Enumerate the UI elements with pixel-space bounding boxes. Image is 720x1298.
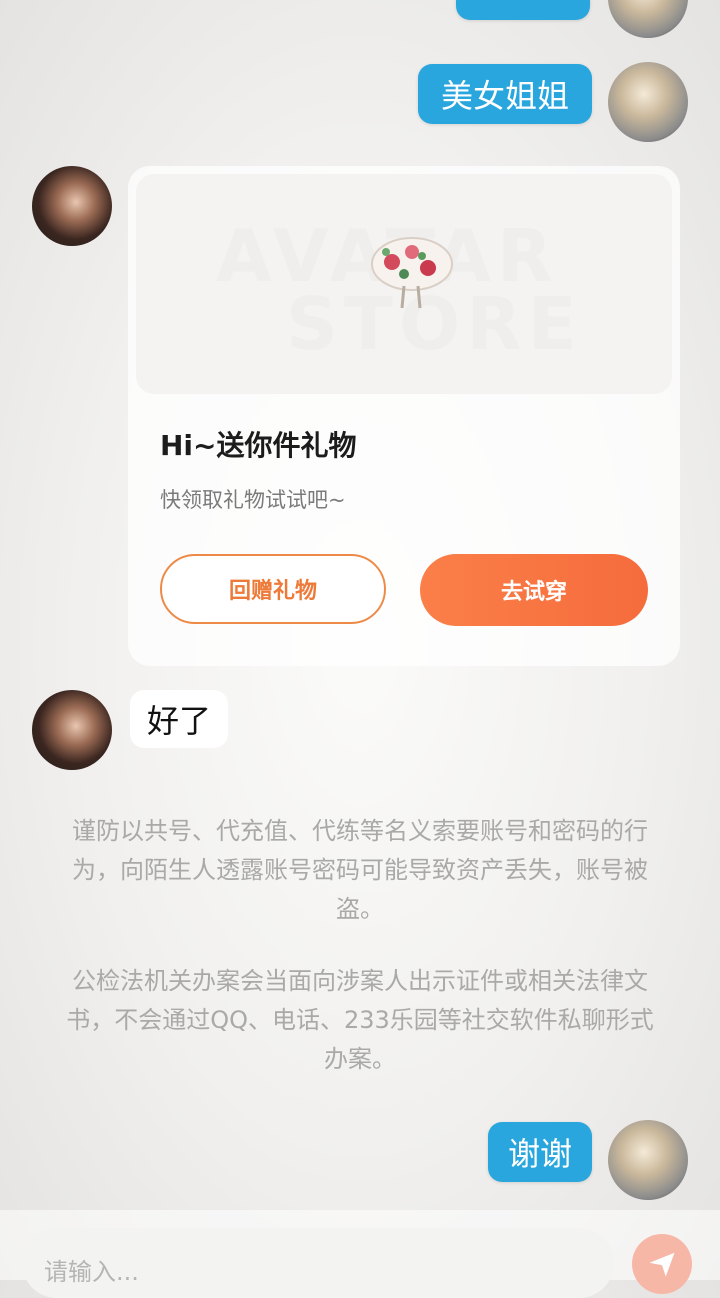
message-text: 谢谢 [507, 1135, 572, 1173]
safety-notice-account: 谨防以共号、代充值、代练等名义索要账号和密码的行为，向陌生人透露账号密码可能导致… [72, 817, 648, 923]
message-bubble-partial [456, 0, 590, 20]
friend-message-bubble[interactable]: 好了 [130, 690, 228, 748]
headwear-item-icon [371, 237, 453, 309]
try-on-button[interactable]: 去试穿 [420, 554, 648, 626]
my-message-bubble[interactable]: 美女姐姐 [418, 64, 592, 124]
message-input[interactable]: 请输入... [22, 1228, 614, 1298]
message-text: 美女姐姐 [440, 77, 569, 115]
friend-avatar[interactable] [32, 166, 112, 246]
send-button[interactable] [632, 1234, 692, 1294]
message-text: 好了 [146, 702, 211, 740]
my-avatar[interactable] [608, 0, 688, 38]
safety-notice-police: 公检法机关办案会当面向涉案人出示证件或相关法律文书，不会通过QQ、电话、233乐… [66, 967, 654, 1073]
my-avatar[interactable] [608, 1120, 688, 1200]
return-gift-button[interactable]: 回赠礼物 [160, 554, 386, 624]
send-icon [649, 1252, 675, 1277]
friend-avatar[interactable] [32, 690, 112, 770]
gift-card[interactable]: AVATAR STORE Hi~送你件礼物 快领取礼物试试吧~ 回赠礼物 去试穿 [128, 166, 680, 666]
my-avatar[interactable] [608, 62, 688, 142]
gift-card-title: Hi~送你件礼物 [160, 429, 357, 462]
my-message-bubble[interactable]: 谢谢 [488, 1122, 592, 1182]
gift-card-subtitle: 快领取礼物试试吧~ [160, 488, 346, 512]
gift-image[interactable]: AVATAR STORE [136, 174, 672, 394]
